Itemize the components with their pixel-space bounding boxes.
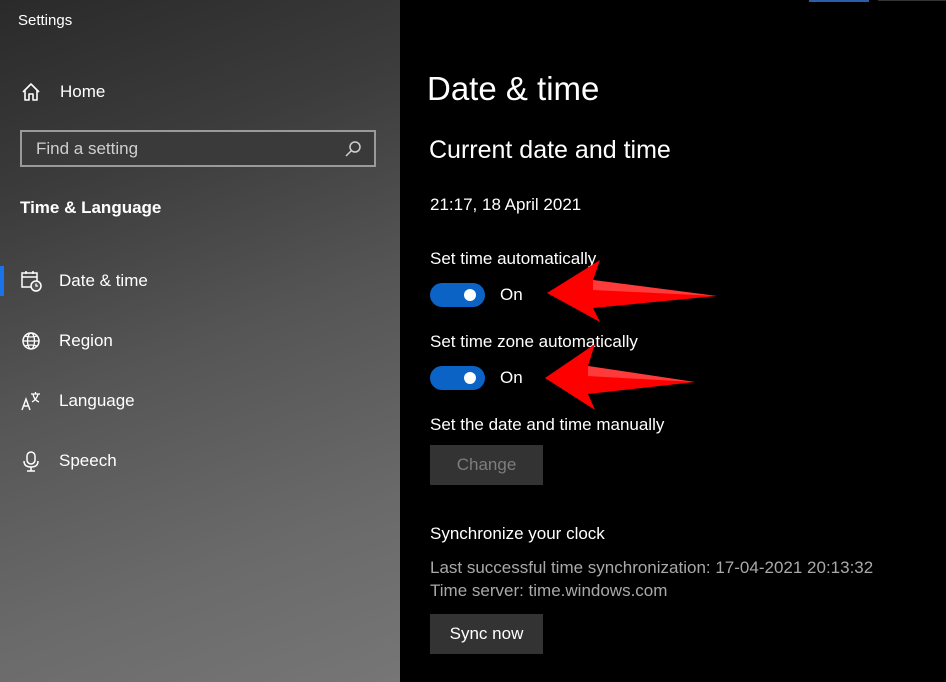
set-time-auto-toggle[interactable]: On (430, 283, 523, 307)
calendar-clock-icon (21, 271, 42, 292)
app-title: Settings (18, 12, 73, 29)
toggle-track[interactable] (430, 366, 485, 390)
nav-home[interactable]: Home (20, 80, 105, 104)
section-title: Current date and time (429, 136, 671, 164)
globe-icon (22, 332, 40, 350)
current-datetime: 21:17, 18 April 2021 (430, 195, 582, 214)
top-divider-line (878, 0, 946, 1)
change-button[interactable]: Change (430, 445, 543, 485)
annotation-arrow-icon (545, 344, 695, 410)
sidebar-item-label: Language (59, 391, 135, 410)
toggle-state: On (500, 285, 523, 304)
sidebar-item-label: Speech (59, 451, 117, 470)
section-label: Time & Language (20, 198, 162, 217)
sync-title: Synchronize your clock (430, 524, 605, 543)
home-label: Home (60, 82, 106, 101)
sidebar-item-region[interactable]: Region (20, 327, 113, 355)
toggle-track[interactable] (430, 283, 485, 307)
manual-date-time-label: Set the date and time manually (430, 415, 665, 434)
annotation-arrow-icon (547, 260, 717, 322)
sidebar-item-label: Date & time (59, 271, 148, 290)
top-accent-line (809, 0, 869, 2)
settings-window: Settings Home Time & Language (0, 0, 946, 682)
active-item-marker (0, 266, 4, 296)
search-box[interactable] (20, 130, 376, 167)
sidebar-item-label: Region (59, 331, 113, 350)
microphone-icon (23, 451, 39, 472)
time-server-text: Time server: time.windows.com (430, 581, 668, 600)
set-timezone-auto-toggle[interactable]: On (430, 366, 523, 390)
search-input[interactable] (36, 138, 336, 159)
home-icon (22, 83, 40, 101)
sidebar-item-speech[interactable]: Speech (20, 447, 117, 475)
last-sync-text: Last successful time synchronization: 17… (430, 558, 874, 577)
page-title: Date & time (427, 70, 600, 107)
sidebar-item-language[interactable]: Language (20, 387, 135, 415)
search-icon[interactable] (344, 140, 362, 158)
sidebar-item-date-time[interactable]: Date & time (20, 267, 148, 295)
main-pane: Date & time Current date and time 21:17,… (400, 0, 946, 682)
sync-now-button[interactable]: Sync now (430, 614, 543, 654)
toggle-state: On (500, 368, 523, 387)
toggle-knob (464, 372, 476, 384)
toggle-knob (464, 289, 476, 301)
sidebar: Settings Home Time & Language (0, 0, 400, 682)
language-icon (21, 392, 40, 411)
